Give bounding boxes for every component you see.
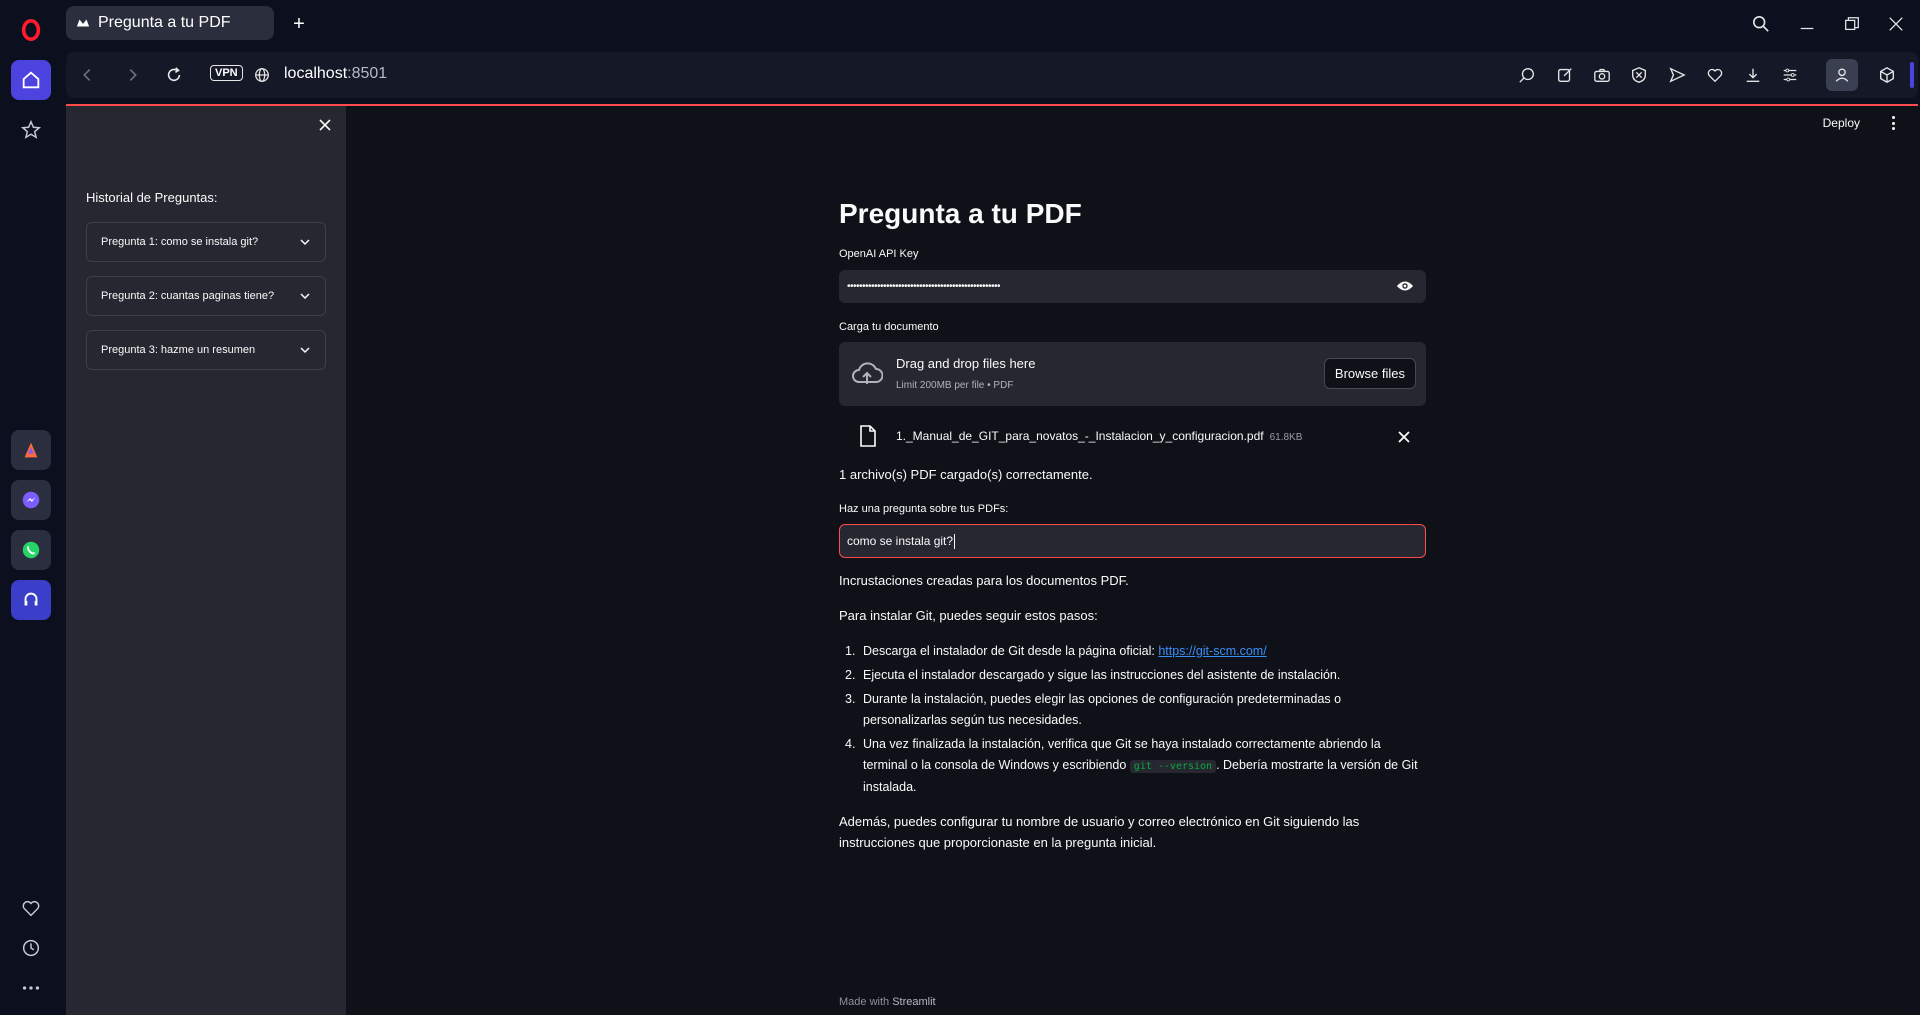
answer-outro: Además, puedes configurar tu nombre de u…: [839, 814, 1360, 850]
git-scm-link[interactable]: https://git-scm.com/: [1158, 644, 1266, 658]
history-expander[interactable]: Pregunta 1: como se instala git?: [86, 222, 326, 262]
search-page-icon[interactable]: [1516, 64, 1538, 86]
close-window-icon[interactable]: [1881, 10, 1911, 38]
history-icon[interactable]: [11, 928, 51, 968]
url-host: localhost: [284, 65, 348, 82]
chevron-down-icon: [300, 347, 310, 354]
opera-logo-icon[interactable]: [11, 10, 51, 50]
api-key-label: OpenAI API Key: [839, 248, 919, 260]
list-item: 1. Descarga el instalador de Git desde la…: [845, 644, 1267, 658]
page-viewport: Historial de Preguntas: Pregunta 1: como…: [66, 104, 1918, 1015]
expander-label: Pregunta 1: como se instala git?: [101, 236, 259, 248]
main-menu-icon[interactable]: [1886, 114, 1900, 132]
browse-files-button[interactable]: Browse files: [1323, 358, 1416, 389]
camera-icon[interactable]: [1591, 64, 1613, 86]
aria-icon[interactable]: [11, 430, 51, 470]
more-icon[interactable]: [11, 968, 51, 1008]
list-item: 3. Durante la instalación, puedes elegir …: [845, 692, 1342, 727]
address-bar: VPN localhost:8501: [66, 52, 1918, 98]
tab-bar: Pregunta a tu PDF +: [62, 0, 1920, 48]
app-sidebar: Historial de Preguntas: Pregunta 1: como…: [66, 106, 346, 1015]
question-label: Haz una pregunta sobre tus PDFs:: [839, 503, 1009, 515]
vpn-badge[interactable]: VPN: [210, 65, 243, 81]
dropzone-title: Drag and drop files here: [896, 356, 1036, 371]
list-item: 4. Una vez finalizada la instalación, ver…: [845, 737, 1418, 794]
url-field[interactable]: localhost:8501: [284, 65, 387, 83]
file-size: 61.8KB: [1269, 432, 1303, 443]
chevron-down-icon: [300, 293, 310, 300]
home-icon[interactable]: [11, 60, 51, 100]
close-sidebar-icon[interactable]: [316, 116, 334, 134]
star-icon[interactable]: [11, 110, 51, 150]
file-name: 1._Manual_de_GIT_para_novatos_-_Instalac…: [896, 429, 1264, 443]
file-dropzone[interactable]: Drag and drop files here Limit 200MB per…: [839, 342, 1426, 406]
dropzone-limit: Limit 200MB per file • PDF: [896, 380, 1014, 391]
upload-cloud-icon: [852, 362, 883, 384]
history-expander[interactable]: Pregunta 3: hazme un resumen: [86, 330, 326, 370]
history-title: Historial de Preguntas:: [86, 190, 218, 205]
edit-icon[interactable]: [1554, 64, 1576, 86]
uploaded-file: 1._Manual_de_GIT_para_novatos_-_Instalac…: [839, 422, 1426, 452]
inline-code: git --version: [1129, 760, 1217, 773]
remove-file-icon[interactable]: [1397, 430, 1411, 444]
file-icon: [860, 425, 876, 447]
upload-status: 1 archivo(s) PDF cargado(s) correctament…: [839, 467, 1093, 482]
heart-icon[interactable]: [11, 888, 51, 928]
messenger-icon[interactable]: [11, 480, 51, 520]
footer: Made with Streamlit: [839, 996, 936, 1008]
music-player-icon[interactable]: [11, 580, 51, 620]
history-expander[interactable]: Pregunta 2: cuantas paginas tiene?: [86, 276, 326, 316]
back-icon[interactable]: [76, 64, 98, 86]
reload-icon[interactable]: [163, 64, 185, 86]
api-key-value: ••••••••••••••••••••••••••••••••••••••••…: [847, 281, 1001, 292]
extensions-icon[interactable]: [1876, 64, 1898, 86]
browser-tab[interactable]: Pregunta a tu PDF: [66, 6, 274, 40]
answer-intro: Para instalar Git, puedes seguir estos p…: [839, 608, 1098, 623]
list-item: 2. Ejecuta el instalador descargado y sig…: [845, 668, 1341, 682]
tab-title: Pregunta a tu PDF: [98, 14, 231, 31]
profile-icon[interactable]: [1826, 59, 1858, 91]
upload-label: Carga tu documento: [839, 321, 939, 333]
send-icon[interactable]: [1666, 64, 1688, 86]
expander-label: Pregunta 2: cuantas paginas tiene?: [101, 290, 275, 302]
show-password-icon[interactable]: [1396, 279, 1414, 293]
minimize-icon[interactable]: [1792, 10, 1822, 38]
api-key-input[interactable]: ••••••••••••••••••••••••••••••••••••••••…: [839, 270, 1426, 303]
bookmark-heart-icon[interactable]: [1704, 64, 1726, 86]
streamlit-favicon-icon: [76, 19, 90, 27]
forward-icon[interactable]: [122, 64, 144, 86]
chevron-down-icon: [300, 239, 310, 246]
adblock-icon[interactable]: [1628, 64, 1650, 86]
sidebar-toggle[interactable]: [1910, 62, 1914, 88]
deploy-button[interactable]: Deploy: [1823, 116, 1860, 130]
page-title: Pregunta a tu PDF: [839, 198, 1082, 229]
url-port: :8501: [347, 65, 388, 82]
question-value: como se instala git?: [847, 534, 954, 548]
browser-sidebar: [0, 0, 62, 1015]
new-tab-button[interactable]: +: [287, 12, 311, 36]
restore-icon[interactable]: [1837, 10, 1867, 38]
search-tabs-icon[interactable]: [1746, 10, 1776, 38]
streamlit-link[interactable]: Streamlit: [892, 996, 935, 1008]
whatsapp-icon[interactable]: [11, 530, 51, 570]
globe-icon[interactable]: [251, 64, 273, 86]
embeddings-message: Incrustaciones creadas para los document…: [839, 573, 1129, 588]
question-input[interactable]: como se instala git?: [839, 524, 1426, 558]
answer-steps: 1. Descarga el instalador de Git desde la…: [839, 641, 1426, 801]
expander-label: Pregunta 3: hazme un resumen: [101, 344, 256, 356]
download-icon[interactable]: [1742, 64, 1764, 86]
easy-setup-icon[interactable]: [1779, 64, 1801, 86]
